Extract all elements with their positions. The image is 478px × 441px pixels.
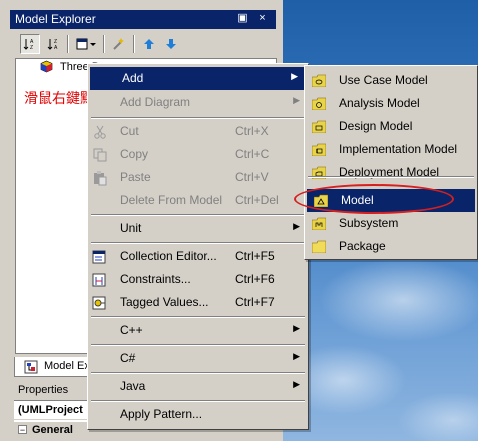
- submenu-item-label: Implementation Model: [339, 142, 458, 156]
- menu-item-label: Delete From Model: [120, 193, 223, 207]
- menu-separator: [91, 400, 305, 402]
- view-options-icon[interactable]: [73, 34, 99, 54]
- close-icon[interactable]: ×: [256, 11, 269, 25]
- menu-item-label: Unit: [120, 221, 142, 235]
- collapse-icon[interactable]: −: [18, 425, 27, 435]
- svg-text:A: A: [54, 45, 58, 51]
- submenu-item-package[interactable]: Package: [305, 235, 477, 258]
- analysis-model-icon: [311, 97, 327, 111]
- menu-item-add[interactable]: Add ▶: [90, 67, 306, 90]
- menu-item-shortcut: Ctrl+X: [235, 124, 269, 138]
- menu-separator: [91, 214, 305, 216]
- menu-item-label: Add Diagram: [120, 95, 191, 109]
- menu-item-label: C++: [120, 323, 143, 337]
- implementation-model-icon: [311, 143, 327, 157]
- subsystem-icon: [311, 217, 327, 231]
- submenu-arrow-icon: ▶: [293, 379, 300, 389]
- menu-item-csharp[interactable]: C# ▶: [88, 347, 308, 370]
- menu-item-paste[interactable]: Paste Ctrl+V: [88, 166, 308, 189]
- toolbar-separator: [133, 35, 135, 53]
- menu-item-label: Tagged Values...: [120, 295, 209, 309]
- properties-title: Properties: [18, 384, 69, 396]
- submenu-item-label: Use Case Model: [339, 73, 428, 87]
- submenu-item-design-model[interactable]: Design Model: [305, 115, 477, 138]
- menu-item-java[interactable]: Java ▶: [88, 375, 308, 398]
- menu-item-label: C#: [120, 351, 136, 365]
- menu-item-copy[interactable]: Copy Ctrl+C: [88, 143, 308, 166]
- tagged-values-icon: [92, 295, 108, 311]
- menu-item-label: Constraints...: [120, 272, 191, 286]
- dock-icon[interactable]: ▣: [236, 11, 249, 25]
- menu-item-label: Copy: [120, 147, 149, 161]
- submenu-item-label: Analysis Model: [339, 96, 420, 110]
- toolbar-separator: [67, 35, 69, 53]
- svg-text:Z: Z: [30, 45, 33, 51]
- submenu-item-use-case-model[interactable]: Use Case Model: [305, 69, 477, 92]
- menu-item-delete-from-model[interactable]: Delete From Model Ctrl+Del: [88, 189, 308, 212]
- menu-item-shortcut: Ctrl+Del: [235, 193, 279, 207]
- menu-item-cut[interactable]: Cut Ctrl+X: [88, 120, 308, 143]
- menu-item-shortcut: Ctrl+C: [235, 147, 270, 161]
- menu-item-apply-pattern[interactable]: Apply Pattern...: [88, 403, 308, 426]
- paste-icon: [92, 170, 108, 186]
- menu-item-label: Add: [122, 71, 144, 85]
- menu-item-shortcut: Ctrl+F7: [235, 295, 275, 309]
- menu-item-unit[interactable]: Unit ▶: [88, 217, 308, 240]
- menu-item-label: Paste: [120, 170, 151, 184]
- add-submenu: Use Case Model Analysis Model Design Mod…: [304, 65, 478, 260]
- submenu-item-label: Design Model: [339, 119, 413, 133]
- menu-separator: [91, 316, 305, 318]
- menu-item-label: Java: [120, 379, 146, 393]
- sort-icon[interactable]: AZ: [20, 34, 40, 54]
- submenu-item-subsystem[interactable]: Subsystem: [305, 212, 477, 235]
- submenu-arrow-icon: ▶: [293, 323, 300, 333]
- move-up-icon[interactable]: [139, 34, 159, 54]
- submenu-separator: [308, 176, 474, 178]
- submenu-item-analysis-model[interactable]: Analysis Model: [305, 92, 477, 115]
- submenu-arrow-icon: ▶: [293, 221, 300, 231]
- collection-editor-icon: [92, 249, 108, 265]
- submenu-item-label: Subsystem: [339, 216, 399, 230]
- menu-separator: [91, 372, 305, 374]
- properties-group-label: General: [32, 424, 73, 436]
- menu-item-label: Collection Editor...: [120, 249, 217, 263]
- submenu-item-label: Package: [339, 239, 386, 253]
- move-down-icon[interactable]: [161, 34, 181, 54]
- submenu-arrow-icon: ▶: [293, 351, 300, 361]
- menu-item-shortcut: Ctrl+F5: [235, 249, 275, 263]
- submenu-arrow-icon: ▶: [293, 95, 300, 105]
- menu-item-shortcut: Ctrl+V: [235, 170, 269, 184]
- menu-item-constraints[interactable]: Constraints... Ctrl+F6: [88, 268, 308, 291]
- submenu-arrow-icon: ▶: [291, 71, 298, 81]
- project-cube-icon: [40, 60, 53, 73]
- menu-item-shortcut: Ctrl+F6: [235, 272, 275, 286]
- constraints-icon: [92, 272, 108, 288]
- scissors-icon: [92, 124, 108, 140]
- explorer-title: Model Explorer: [15, 12, 96, 26]
- menu-item-label: Cut: [120, 124, 139, 138]
- menu-item-collection-editor[interactable]: Collection Editor... Ctrl+F5: [88, 245, 308, 268]
- submenu-item-implementation-model[interactable]: Implementation Model: [305, 138, 477, 161]
- toolbar-separator: [103, 35, 105, 53]
- design-model-icon: [311, 120, 327, 134]
- sort-reverse-icon[interactable]: ZA: [44, 34, 64, 54]
- context-menu: Add ▶ Add Diagram ▶ Cut Ctrl+X Copy Ctrl…: [87, 63, 309, 430]
- properties-row-label: (UMLProject: [18, 404, 83, 416]
- package-folder-icon: [311, 240, 327, 254]
- model-explorer-icon: [24, 360, 38, 374]
- menu-item-cpp[interactable]: C++ ▶: [88, 319, 308, 342]
- menu-separator: [91, 344, 305, 346]
- menu-separator: [91, 242, 305, 244]
- menu-item-add-diagram[interactable]: Add Diagram ▶: [88, 91, 308, 114]
- use-case-model-icon: [311, 74, 327, 88]
- menu-item-label: Apply Pattern...: [120, 407, 203, 421]
- highlight-ellipse: [294, 184, 454, 214]
- menu-separator: [91, 117, 305, 119]
- filter-icon[interactable]: [109, 34, 129, 54]
- menu-item-tagged-values[interactable]: Tagged Values... Ctrl+F7: [88, 291, 308, 314]
- copy-icon: [92, 147, 108, 163]
- submenu-item-deployment-model[interactable]: Deployment Model: [305, 161, 477, 184]
